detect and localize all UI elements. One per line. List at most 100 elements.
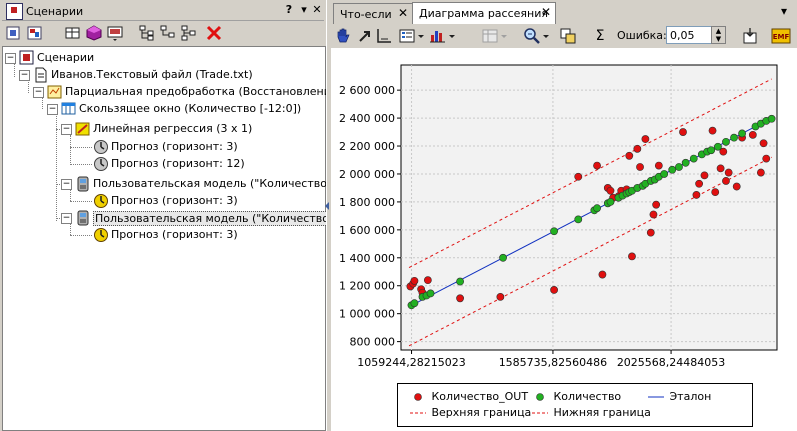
- forecast-icon: [93, 139, 109, 155]
- tree-branch-icon[interactable]: [159, 24, 177, 42]
- actual-point: [606, 198, 615, 206]
- collapse-toggle[interactable]: −: [5, 53, 16, 64]
- collapse-toggle[interactable]: −: [33, 87, 44, 98]
- collapse-toggle[interactable]: −: [61, 179, 72, 190]
- legend-entry: Количество: [530, 390, 621, 403]
- legend-label: Нижняя граница: [550, 406, 651, 419]
- error-spinner[interactable]: ▲ ▼: [711, 26, 726, 44]
- predicted-point: [654, 161, 663, 170]
- tab-bar: Что-если ✕ Диаграмма рассеяния ✕ ▾: [331, 0, 797, 25]
- close-tab-icon[interactable]: ✕: [541, 5, 551, 19]
- scenarios-panel-title: Сценарии: [26, 5, 84, 18]
- collapse-toggle[interactable]: −: [61, 213, 72, 224]
- tab-what-if[interactable]: Что-если ✕: [333, 3, 413, 24]
- actual-point: [593, 204, 601, 213]
- tree-node-label: Прогноз (горизонт: 3): [111, 228, 238, 241]
- predicted-point: [593, 161, 601, 170]
- tree-node-label: Скользящее окно (Количество [-12:0]): [79, 102, 302, 115]
- tree-node-label: Пользовательская модель ("Количество"): [93, 211, 341, 226]
- predicted-point: [633, 144, 642, 153]
- close-panel-button[interactable]: ✕: [310, 3, 324, 17]
- emf-export-button[interactable]: EMF: [771, 27, 791, 45]
- delete-icon[interactable]: [205, 24, 223, 42]
- copy-icon[interactable]: [559, 27, 577, 45]
- predicted-point: [456, 294, 464, 303]
- actual-point: [675, 163, 683, 171]
- chart-type-icon[interactable]: [429, 27, 447, 45]
- predicted-point: [692, 191, 701, 199]
- preprocess-icon: [47, 84, 63, 100]
- forecast-active-icon: [93, 193, 109, 209]
- legend-entry: Эталон: [646, 390, 711, 403]
- predicted-point: [748, 130, 757, 139]
- actual-point: [681, 158, 690, 167]
- scenarios-panel-header: Сценарии ? ▾ ✕: [2, 2, 324, 21]
- predicted-point: [423, 276, 432, 285]
- predicted-point: [636, 163, 644, 171]
- plot-area: [400, 64, 778, 351]
- legend-icon[interactable]: [398, 27, 416, 45]
- close-tab-icon[interactable]: ✕: [398, 6, 408, 20]
- predicted-point: [496, 293, 505, 301]
- cube-icon[interactable]: [85, 24, 103, 42]
- hand-pan-icon[interactable]: [334, 27, 352, 45]
- actual-point: [426, 289, 435, 298]
- open-icon[interactable]: [26, 24, 44, 42]
- y-tick-label: 800 000: [350, 336, 396, 349]
- actual-point: [707, 146, 716, 155]
- tab-scatter-plot[interactable]: Диаграмма рассеяния ✕: [412, 2, 556, 25]
- legend-swatch: [532, 412, 548, 414]
- zoom-icon[interactable]: [523, 27, 541, 45]
- text-file-icon: [33, 67, 49, 83]
- collapse-toggle[interactable]: −: [61, 124, 72, 135]
- user-model-icon: [75, 210, 91, 226]
- dropdown-arrow-icon: [499, 27, 509, 45]
- predicted-point: [724, 168, 733, 177]
- actual-point: [714, 142, 722, 151]
- export-icon[interactable]: [741, 27, 759, 45]
- tree-sort-icon[interactable]: [180, 24, 198, 42]
- grid-icon[interactable]: [64, 24, 82, 42]
- tree-node-label: Прогноз (горизонт: 3): [111, 194, 238, 207]
- window-icon: [61, 101, 77, 117]
- legend-label: Количество: [550, 390, 622, 403]
- monitor-icon[interactable]: [106, 24, 124, 42]
- predicted-point: [711, 188, 720, 197]
- collapse-toggle[interactable]: −: [47, 104, 58, 115]
- dropdown-arrow-icon[interactable]: [447, 27, 457, 45]
- y-tick-label: 2 000 000: [339, 168, 395, 181]
- predicted-point: [628, 252, 636, 261]
- arrow-icon[interactable]: [355, 27, 373, 45]
- y-tick-label: 1 000 000: [339, 308, 395, 321]
- collapse-toggle[interactable]: −: [19, 70, 30, 81]
- predicted-point: [550, 286, 558, 294]
- actual-point: [722, 137, 730, 146]
- forecast-active-icon: [93, 227, 109, 243]
- predicted-point: [598, 270, 607, 279]
- predicted-point: [649, 210, 658, 219]
- emf-label: EMF: [773, 33, 790, 41]
- tab-list-button[interactable]: ▾: [781, 4, 787, 18]
- sigma-button[interactable]: Σ: [591, 27, 609, 45]
- axes-icon[interactable]: [375, 27, 393, 45]
- legend-entry: Нижняя граница: [530, 406, 651, 419]
- tab-label: Что-если: [340, 8, 392, 21]
- new-scenario-icon[interactable]: [5, 24, 23, 42]
- table-icon: [481, 27, 499, 45]
- panel-menu-button[interactable]: ▾: [297, 3, 311, 17]
- legend-swatch: [414, 393, 422, 401]
- y-tick-label: 1 400 000: [339, 252, 395, 265]
- tree-node-label: Прогноз (горизонт: 12): [111, 157, 245, 170]
- scenario-icon: [19, 50, 35, 66]
- x-tick-label: 1059244,28215023: [357, 356, 465, 369]
- actual-point: [660, 170, 669, 178]
- actual-point: [668, 165, 677, 174]
- tree-node-label: Пользовательская модель ("Количество"): [93, 177, 337, 190]
- dropdown-arrow-icon[interactable]: [541, 27, 551, 45]
- tree-node-label: Линейная регрессия (3 x 1): [93, 122, 253, 135]
- dropdown-arrow-icon[interactable]: [416, 27, 426, 45]
- y-tick-label: 2 200 000: [339, 140, 395, 153]
- help-button[interactable]: ?: [282, 3, 296, 17]
- actual-point: [689, 154, 698, 163]
- tree-add-icon[interactable]: [138, 24, 156, 42]
